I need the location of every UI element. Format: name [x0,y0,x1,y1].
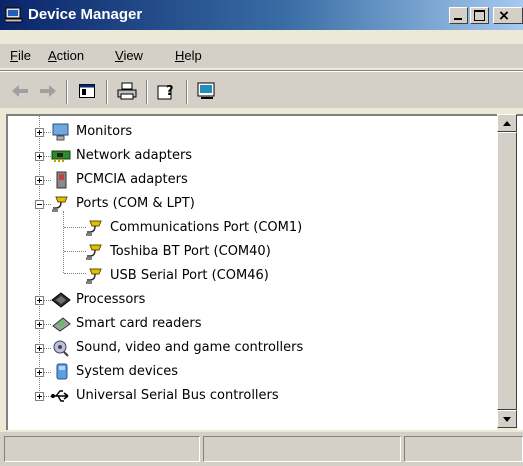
usb-icon [51,390,69,402]
menu-action[interactable]: Action [48,48,84,63]
tree-item-label: System devices [76,364,179,379]
maximize-button[interactable] [470,7,489,24]
expand-icon[interactable] [35,152,44,161]
scroll-up-button[interactable] [497,114,517,132]
tree-item-monitors[interactable]: Monitors [8,121,498,143]
window-title: Device Manager [28,6,143,23]
menu-view[interactable]: View [115,48,143,63]
tree-item-label: USB Serial Port (COM46) [110,268,269,283]
scroll-down-arrow-icon [503,417,511,422]
toolbar-separator [106,80,108,104]
forward-button[interactable] [35,80,61,102]
tree-item-label: Smart card readers [76,316,202,331]
status-pane [404,436,523,462]
print-icon [117,82,137,100]
close-icon [499,11,509,20]
tree-item-communications-port[interactable]: Communications Port (COM1) [8,217,498,239]
tree-item-ports[interactable]: Ports (COM & LPT) [8,193,498,215]
system-device-icon [56,363,68,380]
tree-line [44,300,51,301]
tree-item-sound-video-game-controllers[interactable]: Sound, video and game controllers [8,337,498,359]
tree-item-label: Toshiba BT Port (COM40) [110,244,271,259]
status-bar [0,432,523,466]
status-pane [4,436,200,462]
tree-item-label: PCMCIA adapters [76,172,188,187]
pcmcia-icon [56,171,67,189]
expand-icon[interactable] [35,128,44,137]
expand-icon[interactable] [35,320,44,329]
network-adapter-icon [51,150,71,162]
tree-item-label: Ports (COM & LPT) [76,196,195,211]
tree-item-label: Sound, video and game controllers [76,340,304,355]
minimize-icon [454,18,462,20]
tree-item-label: Universal Serial Bus controllers [76,388,279,403]
tree-item-system-devices[interactable]: System devices [8,361,498,383]
properties-button[interactable] [194,80,220,102]
port-icon [86,220,102,236]
menu-bar: File Action View Help [0,44,523,68]
tree-line [44,132,51,133]
toolbar-separator [186,80,188,104]
tree-item-network-adapters[interactable]: Network adapters [8,145,498,167]
tree-line [44,156,51,157]
close-button[interactable] [493,7,523,24]
status-pane [203,436,401,462]
collapse-icon[interactable] [35,200,44,209]
tree-line [44,324,51,325]
port-icon [52,196,68,212]
smart-card-reader-icon [52,317,71,332]
expand-icon[interactable] [35,176,44,185]
monitor-icon [52,123,69,141]
tree-item-toshiba-bt-port[interactable]: Toshiba BT Port (COM40) [8,241,498,263]
tree-item-label: Monitors [76,124,133,139]
tree-line [44,372,51,373]
back-button[interactable] [7,80,33,102]
tree-line [44,348,51,349]
port-icon [86,244,102,260]
device-tree[interactable]: Monitors Network adapters PCMCIA adapter… [6,114,523,430]
tree-item-label: Network adapters [76,148,193,163]
maximize-icon [474,10,485,21]
expand-icon[interactable] [35,392,44,401]
help-icon: ? [157,84,174,100]
tree-line [44,180,51,181]
expand-icon[interactable] [35,296,44,305]
expand-icon[interactable] [35,368,44,377]
print-button[interactable] [114,80,140,102]
scroll-thumb[interactable] [497,132,517,410]
minimize-button[interactable] [449,7,468,24]
sound-icon [53,340,69,357]
tree-line [44,204,51,205]
expand-icon[interactable] [35,344,44,353]
scroll-down-button[interactable] [497,410,517,428]
title-bar[interactable]: Device Manager [0,0,523,30]
tree-line [44,396,51,397]
tree-item-usb-serial-port[interactable]: USB Serial Port (COM46) [8,265,498,287]
tree-item-pcmcia-adapters[interactable]: PCMCIA adapters [8,169,498,191]
device-manager-icon [5,7,23,23]
forward-arrow-icon [40,85,56,97]
scroll-up-arrow-icon [503,121,511,126]
back-arrow-icon [12,85,28,97]
properties-icon [197,82,215,99]
processor-icon [51,292,71,308]
svg-text:?: ? [166,84,174,99]
tree-item-label: Processors [76,292,146,307]
vertical-scrollbar[interactable] [497,114,517,430]
toolbar-separator [66,80,68,104]
tree-item-label: Communications Port (COM1) [110,220,303,235]
tree-item-processors[interactable]: Processors [8,289,498,311]
toolbar-separator [146,80,148,104]
show-hide-console-tree-icon [79,84,95,98]
menu-help[interactable]: Help [175,48,202,63]
menu-file[interactable]: File [10,48,31,63]
show-hide-console-tree-button[interactable] [74,80,100,102]
help-button[interactable]: ? [154,80,180,102]
port-icon [86,268,102,284]
tree-item-usb-controllers[interactable]: Universal Serial Bus controllers [8,385,498,407]
tree-item-smart-card-readers[interactable]: Smart card readers [8,313,498,335]
